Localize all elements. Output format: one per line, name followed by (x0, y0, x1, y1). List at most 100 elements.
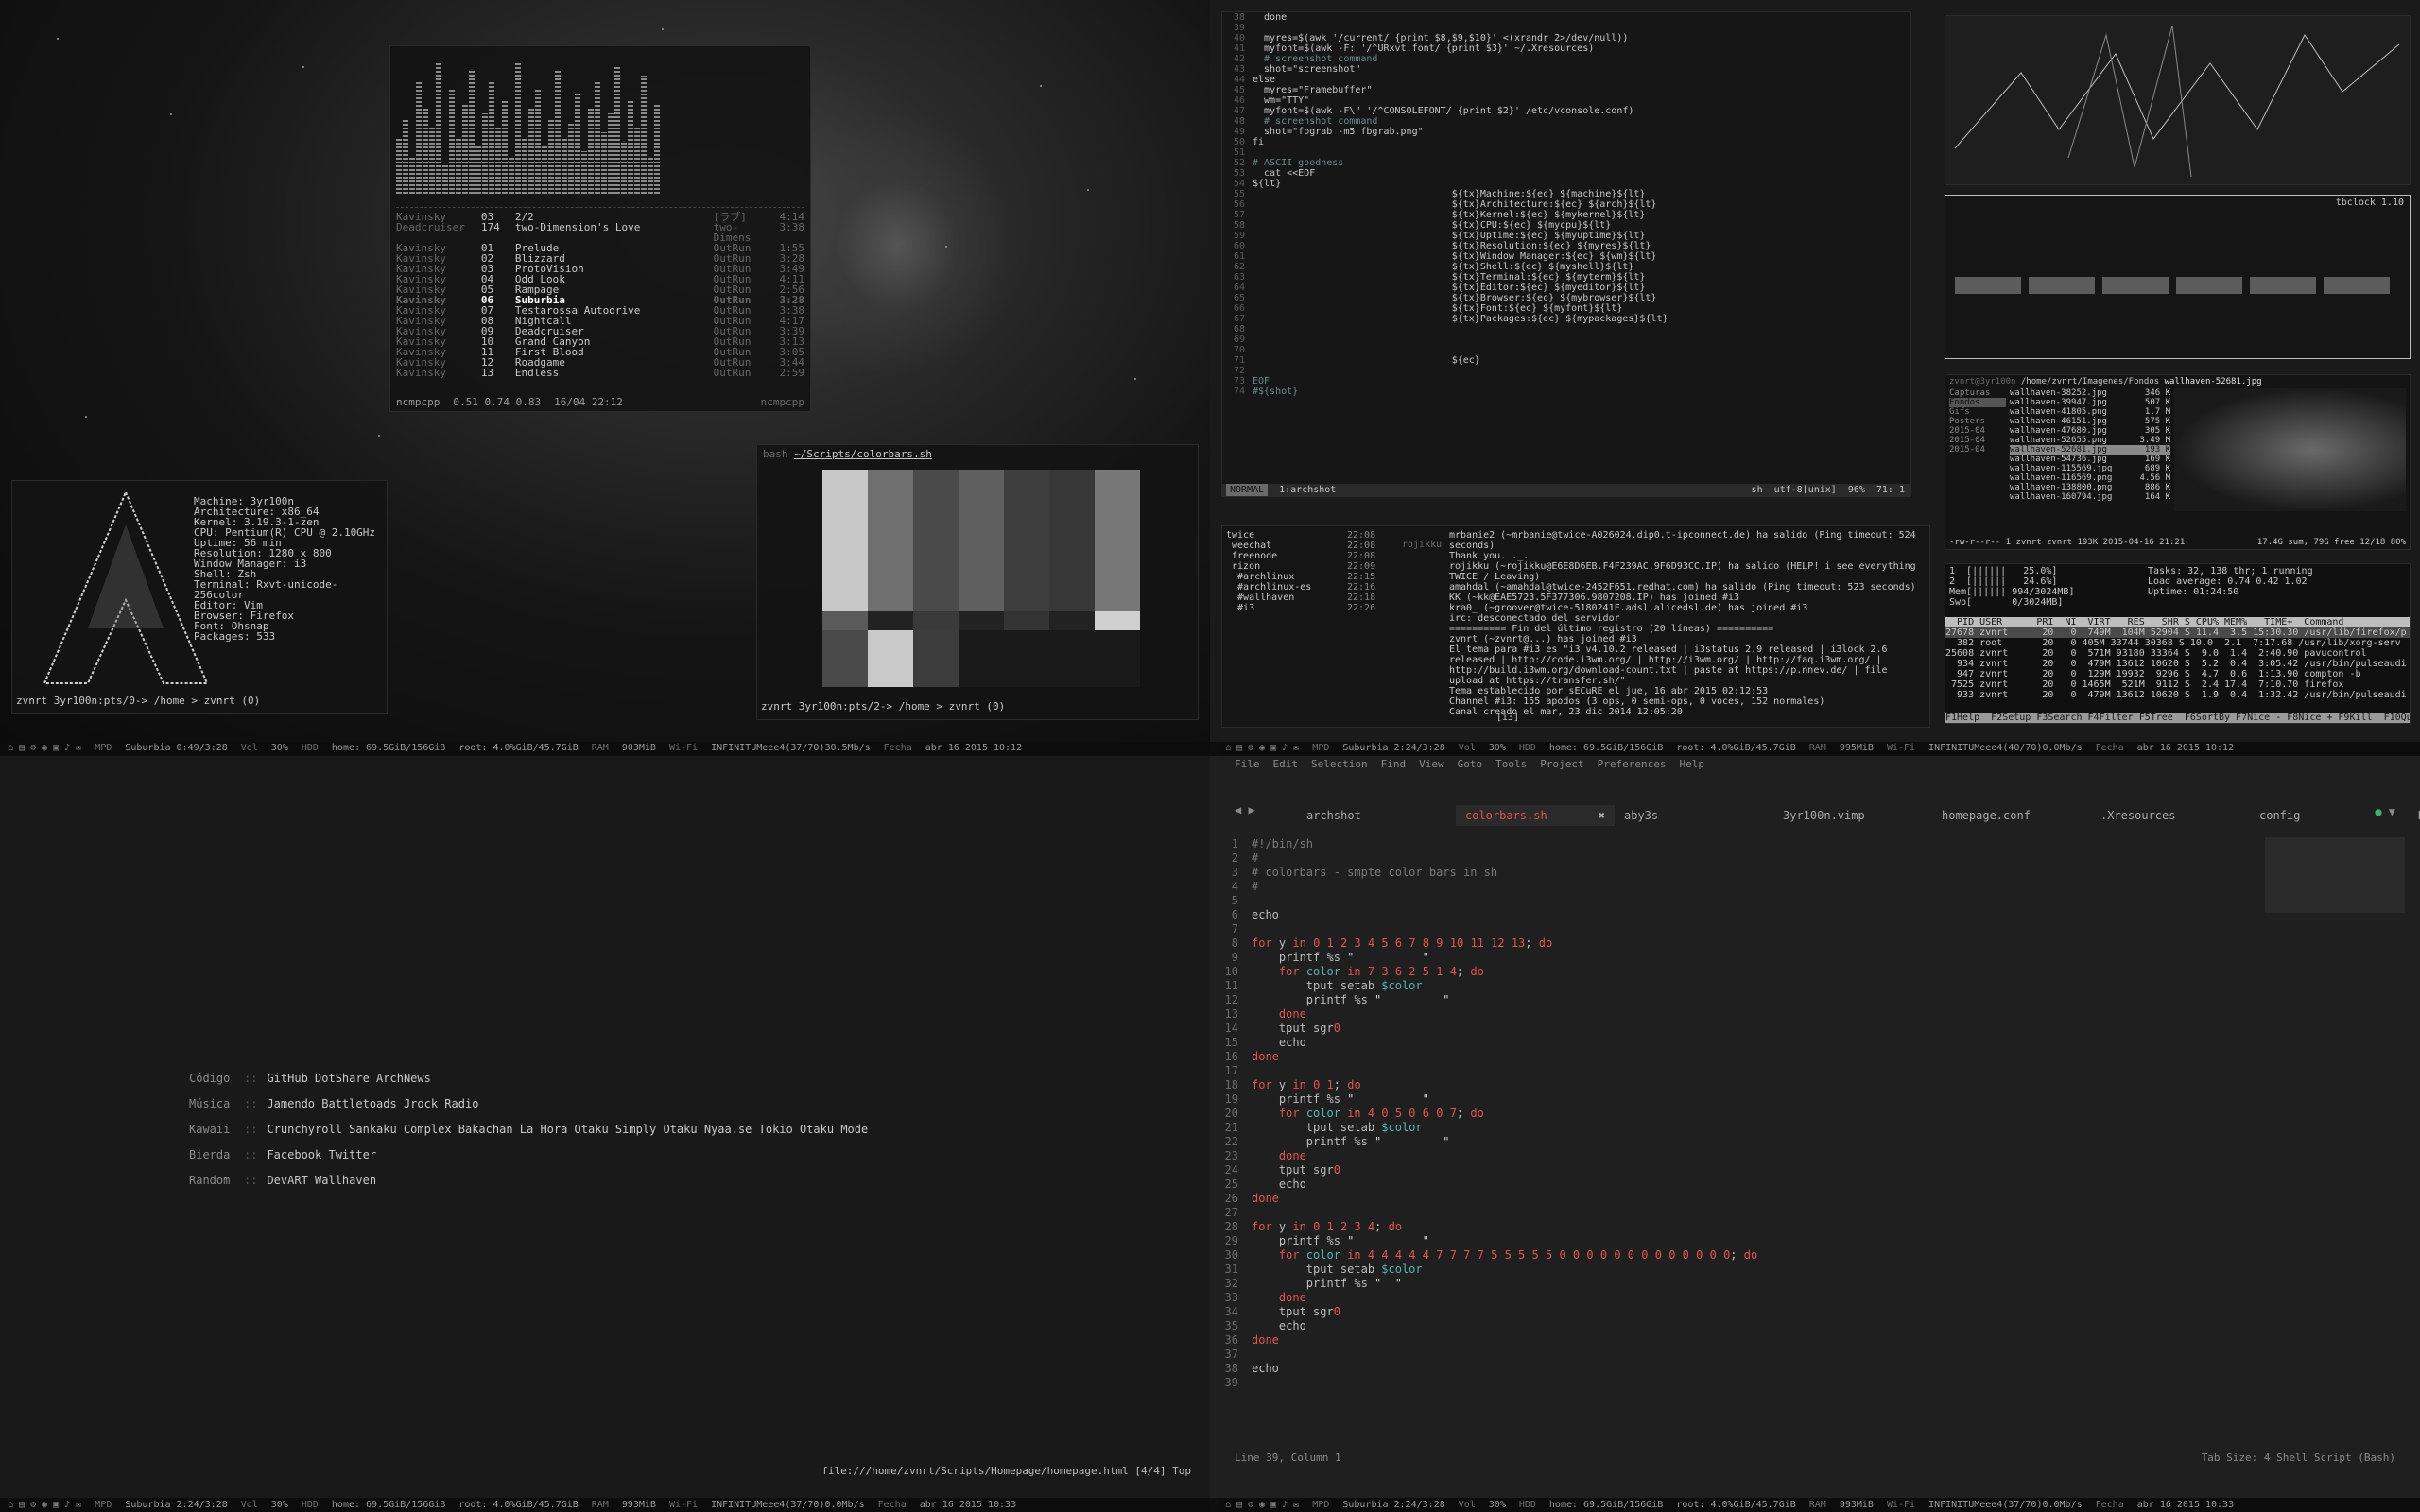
buffer-item[interactable]: #archlinux 22:15 (1226, 572, 1415, 582)
ranger-file[interactable]: wallhaven-115569.jpg 689 K (2010, 464, 2170, 473)
ranger-file-manager[interactable]: zvnrt@3yr100n /home/zvnrt/Imagenes/Fondo… (1945, 374, 2411, 550)
ranger-dir[interactable]: 2015-04 (1949, 426, 2006, 436)
process-row[interactable]: 27678 zvnrt 20 0 749M 104M 52904 S 11.4 … (1945, 627, 2410, 638)
process-row[interactable]: 25608 zvnrt 20 0 571M 93180 33364 S 9.0 … (1945, 648, 2410, 659)
tab-archshot[interactable]: archshot (1297, 805, 1456, 826)
tab-darker[interactable]: Darker (2409, 805, 2420, 826)
ranger-file[interactable]: wallhaven-160794.jpg 164 K (2010, 492, 2170, 502)
ranger-file[interactable]: wallhaven-52655.png 3.49 M (2010, 436, 2170, 445)
category-links[interactable]: GitHub DotShare ArchNews (267, 1066, 430, 1091)
bar-icons[interactable]: ⌂ ▤ ⚙ ◉ ▣ ♪ ✉ (1225, 742, 1299, 755)
tab--xresources[interactable]: .Xresources (2091, 805, 2250, 826)
ranger-file[interactable]: wallhaven-47680.jpg 305 K (2010, 426, 2170, 436)
tab-bar[interactable]: archshot colorbars.sh ✖ aby3s 3yr100n.vimp h… (1297, 805, 2420, 826)
shell-prompt[interactable]: zvnrt 3yr100n:pts/2-> /home > zvnrt (0) (761, 701, 1005, 712)
category-links[interactable]: Jamendo Battletoads Jrock Radio (267, 1091, 478, 1117)
line-text: myres="Framebuffer" (1253, 85, 1373, 95)
menu-item-help[interactable]: Help (1679, 758, 1704, 770)
ranger-file[interactable]: wallhaven-116569.png 4.56 M (2010, 473, 2170, 483)
tab-nav-arrows[interactable]: ◀ ▶ (1235, 803, 1255, 816)
syntax-info[interactable]: Tab Size: 4 Shell Script (Bash) (2202, 1452, 2395, 1464)
chat-input[interactable]: [i3] (1496, 713, 1519, 723)
menu-bar[interactable]: File Edit Selection Find View Goto Tools Projec… (1235, 758, 1718, 770)
visualizer-bar (502, 99, 508, 194)
ranger-file[interactable]: wallhaven-38252.jpg 346 K (2010, 388, 2170, 398)
menu-item-view[interactable]: View (1419, 758, 1444, 770)
category-links[interactable]: Facebook Twitter (267, 1143, 376, 1168)
ranger-file[interactable]: wallhaven-39947.jpg 507 K (2010, 398, 2170, 407)
htop-window[interactable]: 1 [|||||| 25.0%] 2 [|||||| 24.6%] Mem[||… (1945, 563, 2411, 724)
menu-item-edit[interactable]: Edit (1273, 758, 1299, 770)
buffer-list[interactable]: twice 22:08 weechat 22:08 freenode 22:08 ri… (1226, 530, 1415, 613)
playlist[interactable]: Kavinsky 03 2/2 [ラブ] 4:14 Deadcruiser 174 two-D… (390, 212, 810, 378)
process-row[interactable]: 382 root 20 0 405M 33744 30368 S 10.0 2.… (1945, 638, 2410, 648)
process-list[interactable]: 27678 zvnrt 20 0 749M 104M 52904 S 11.4 … (1945, 627, 2410, 700)
ranger-file[interactable]: wallhaven-41805.png 1.7 M (2010, 407, 2170, 417)
bar-icons[interactable]: ⌂ ▤ ⚙ ◉ ▣ ♪ ✉ (1225, 1499, 1299, 1512)
ranger-file[interactable]: wallhaven-138800.png 886 K (2010, 483, 2170, 492)
smpte-color-bars (822, 470, 1140, 687)
buffer-item[interactable]: twice 22:08 (1226, 530, 1415, 541)
ranger-dir[interactable]: Fondos (1949, 398, 2006, 407)
shell-prompt[interactable]: zvnrt 3yr100n:pts/0-> /home > zvnrt (0) (16, 696, 260, 706)
status-bar-bottom-left: ⌂ ▤ ⚙ ◉ ▣ ♪ ✉ MPD Suburbia 2:24/3:28 Vol… (0, 1499, 1210, 1512)
buffer-item[interactable]: freenode 22:08 (1226, 551, 1415, 561)
separator: :: (244, 1097, 258, 1110)
menu-item-find[interactable]: Find (1381, 758, 1407, 770)
category-links[interactable]: Crunchyroll Sankaku Complex Bakachan La … (267, 1117, 868, 1143)
ranger-dir[interactable]: Capturas (1949, 388, 2006, 398)
code-editor[interactable]: 1 #!/bin/sh 2 #3 # colorbars - smpte color b… (1210, 837, 1758, 1390)
ranger-dir[interactable]: Posters (1949, 417, 2006, 426)
playlist-row[interactable]: Deadcruiser 174 two-Dimension's Love two-Di… (396, 222, 804, 243)
line-text: ${tx}Packages:${ec} ${mypackages}${lt} (1253, 314, 1668, 324)
playlist-row[interactable]: Kavinsky 13 Endless OutRun 2:59 (396, 368, 804, 378)
tab-3yr100n-vimp[interactable]: 3yr100n.vimp (1773, 805, 1932, 826)
weechat-window[interactable]: twice 22:08 weechat 22:08 freenode 22:08 ri… (1221, 525, 1930, 728)
tab-homepage-conf[interactable]: homepage.conf (1932, 805, 2091, 826)
ncmpcpp-window[interactable]: Kavinsky 03 2/2 [ラブ] 4:14 Deadcruiser 174 two-D… (389, 45, 811, 412)
menu-item-goto[interactable]: Goto (1458, 758, 1483, 770)
htop-function-keys[interactable]: F1Help F2Setup F3Search F4Filter F5Tree … (1945, 713, 2410, 723)
nick: rojikku (1402, 540, 1443, 550)
process-row[interactable]: 947 zvnrt 20 0 129M 19932 9296 S 4.7 0.6… (1945, 669, 2410, 679)
process-table-header[interactable]: PID USER PRI NI VIRT RES SHR S CPU% MEM%… (1945, 617, 2410, 627)
line-text: ${ec} (1253, 355, 1480, 366)
buffer-item[interactable]: #archlinux-es 22:16 (1226, 582, 1415, 593)
ranger-dir[interactable]: 2015-04 (1949, 436, 2006, 445)
tab-colorbars-sh[interactable]: colorbars.sh ✖ (1456, 805, 1615, 826)
category-links[interactable]: DevART Wallhaven (267, 1168, 376, 1194)
ranger-file-list[interactable]: wallhaven-38252.jpg 346 Kwallhaven-39947.… (2010, 388, 2170, 511)
bar-icons[interactable]: ⌂ ▤ ⚙ ◉ ▣ ♪ ✉ (8, 1499, 81, 1512)
code-line: 32 printf %s " " (1210, 1277, 1757, 1291)
ranger-file[interactable]: wallhaven-46151.jpg 575 K (2010, 417, 2170, 426)
menu-item-file[interactable]: File (1235, 758, 1260, 770)
sysinfo-terminal[interactable]: Machine: 3yr100n Architecture: x86_64 Kern… (11, 480, 388, 714)
vim-editor[interactable]: 38 done 39 40 myres=$(awk '/current/ {prin… (1221, 11, 1911, 497)
line-text: ${tx}Kernel:${ec} ${mykernel}${lt} (1253, 210, 1646, 220)
tab-aby3s[interactable]: aby3s (1615, 805, 1773, 826)
buffer-item[interactable]: rizon 22:09 (1226, 561, 1415, 572)
buffer-item[interactable]: #wallhaven 22:18 (1226, 593, 1415, 603)
minimap[interactable] (2265, 837, 2405, 913)
ranger-dir[interactable]: 2015-04 (1949, 445, 2006, 455)
bar (822, 611, 868, 630)
ranger-dir[interactable]: Gifs (1949, 407, 2006, 417)
process-row[interactable]: 934 zvnrt 20 0 479M 13612 10620 S 5.2 0.… (1945, 659, 2410, 669)
ranger-parent-dirs[interactable]: Capturas Fondos Gifs Posters 2015-04 2015-04 2… (1949, 388, 2006, 511)
buffer-item[interactable]: weechat 22:08 (1226, 541, 1415, 551)
workspace-top-left: Kavinsky 03 2/2 [ラブ] 4:14 Deadcruiser 174 two-D… (0, 0, 1210, 742)
menu-item-tools[interactable]: Tools (1495, 758, 1527, 770)
now-playing: Suburbia 2:24/3:28 (125, 1500, 228, 1510)
bar-icons[interactable]: ⌂ ▤ ⚙ ◉ ▣ ♪ ✉ (8, 742, 81, 755)
buffer-item[interactable]: #i3 22:26 (1226, 603, 1415, 613)
process-row[interactable]: 933 zvnrt 20 0 479M 13612 10620 S 1.9 0.… (1945, 690, 2410, 700)
process-row[interactable]: 7525 zvnrt 20 0 1465M 521M 9112 S 2.4 17… (1945, 679, 2410, 690)
vim-buffer[interactable]: 38 done 39 40 myres=$(awk '/current/ {prin… (1222, 12, 1910, 397)
ranger-file[interactable]: wallhaven-54736.jpg 169 K (2010, 455, 2170, 464)
menu-item-selection[interactable]: Selection (1311, 758, 1368, 770)
close-icon[interactable]: ✖ (1599, 809, 1605, 822)
menu-item-project[interactable]: Project (1540, 758, 1583, 770)
ranger-file[interactable]: wallhaven-52681.jpg 193 K (2010, 445, 2170, 455)
menu-item-preferences[interactable]: Preferences (1598, 758, 1667, 770)
bar (1095, 611, 1140, 630)
